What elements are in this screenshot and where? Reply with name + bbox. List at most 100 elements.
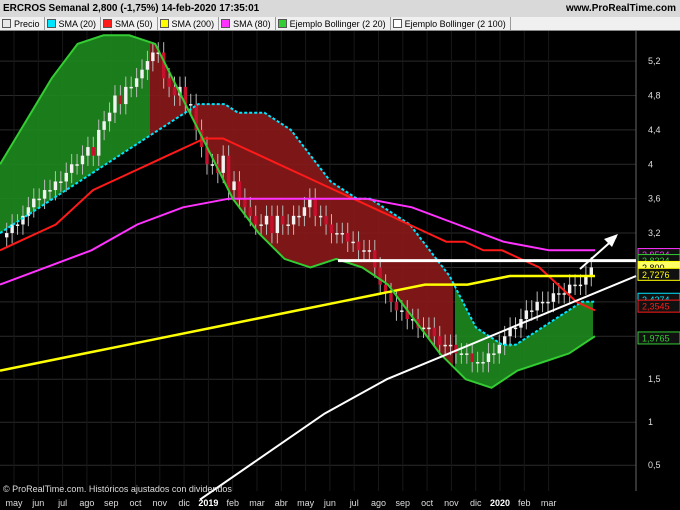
candle-body[interactable] [172,86,177,96]
candle-body[interactable] [37,198,41,201]
candle-body[interactable] [492,353,496,355]
candle-body[interactable] [275,215,280,234]
candle-body[interactable] [389,293,393,302]
candle-body[interactable] [210,164,215,166]
candle-body[interactable] [373,250,377,268]
candle-body[interactable] [291,215,296,225]
candle-body[interactable] [340,233,345,235]
site-link[interactable]: www.ProRealTime.com [566,3,676,14]
legend-item[interactable]: Ejemplo Bollinger (2 100) [391,17,511,30]
candle-body[interactable] [189,104,193,106]
candle-body[interactable] [551,293,556,302]
candle-body[interactable] [167,78,171,87]
candle-body[interactable] [302,207,307,216]
candle-body[interactable] [113,95,117,113]
candle-body[interactable] [308,198,312,208]
candle-body[interactable] [513,327,518,330]
candle-body[interactable] [48,190,52,192]
candle-body[interactable] [502,336,507,345]
candle-body[interactable] [475,362,480,364]
candle-body[interactable] [102,121,106,130]
candle-body[interactable] [346,233,350,242]
candle-body[interactable] [438,336,442,345]
candle-body[interactable] [75,164,79,166]
candle-body[interactable] [145,61,150,70]
candle-body[interactable] [573,284,577,287]
candle-body[interactable] [578,284,583,287]
candle-body[interactable] [313,198,317,216]
candle-body[interactable] [248,207,252,216]
legend-item[interactable]: SMA (50) [101,17,158,30]
candle-body[interactable] [124,86,128,105]
legend-item[interactable]: SMA (200) [158,17,220,30]
candle-body[interactable] [356,241,361,251]
candle-body[interactable] [567,284,572,294]
candle-body[interactable] [237,181,242,199]
candle-body[interactable] [318,215,323,218]
legend-label: SMA (200) [171,18,215,29]
candle-body[interactable] [481,362,485,364]
candle-body[interactable] [118,95,123,105]
candle-body[interactable] [140,69,144,79]
candle-body[interactable] [329,224,334,234]
candle-body[interactable] [53,181,58,191]
candle-body[interactable] [107,112,112,122]
candle-body[interactable] [15,224,20,226]
legend-item[interactable]: SMA (20) [45,17,102,30]
candle-body[interactable] [91,147,96,156]
candle-body[interactable] [86,147,90,156]
candle-body[interactable] [470,353,474,363]
candle-body[interactable] [324,215,328,225]
candle-body[interactable] [562,293,566,295]
candle-body[interactable] [32,198,36,208]
candle-body[interactable] [226,155,231,191]
candle-body[interactable] [97,129,101,156]
candle-body[interactable] [243,198,247,208]
candle-body[interactable] [535,301,539,311]
candle-body[interactable] [64,172,68,182]
candle-body[interactable] [259,224,263,226]
candle-body[interactable] [232,181,236,191]
candle-body[interactable] [497,344,501,354]
candle-body[interactable] [129,86,133,89]
candle-body[interactable] [297,215,301,218]
candle-body[interactable] [5,233,9,238]
candle-body[interactable] [286,224,290,226]
legend-item[interactable]: Ejemplo Bollinger (2 20) [276,17,391,30]
candle-body[interactable] [400,310,404,312]
candle-body[interactable] [443,344,447,347]
candle-body[interactable] [459,353,464,355]
candle-body[interactable] [80,155,85,165]
candle-body[interactable] [540,301,545,304]
candle-body[interactable] [448,344,453,347]
candle-body[interactable] [10,224,14,234]
price-chart[interactable]: 0,511,522,42,83,23,644,44,85,2mayjunjula… [0,31,680,510]
candle-body[interactable] [584,276,588,285]
candle-body[interactable] [427,327,431,330]
candle-body[interactable] [264,215,269,225]
candle-body[interactable] [59,181,63,183]
candle-body[interactable] [351,241,355,244]
candle-body[interactable] [486,353,491,363]
candle-body[interactable] [151,52,155,62]
candle-body[interactable] [270,215,274,234]
candle-body[interactable] [557,293,561,295]
candle-body[interactable] [253,215,258,225]
candle-body[interactable] [221,155,225,173]
candle-body[interactable] [362,250,366,252]
legend-item[interactable]: SMA (80) [219,17,276,30]
candle-body[interactable] [69,164,74,173]
candle-body[interactable] [281,215,285,225]
candle-body[interactable] [367,250,372,252]
candle-body[interactable] [134,78,139,87]
candle-body[interactable] [530,310,534,312]
candle-body[interactable] [42,190,47,199]
candle-body[interactable] [335,233,339,235]
candle-body[interactable] [378,267,382,285]
candle-body[interactable] [432,327,437,337]
legend-item[interactable]: Precio [0,17,45,30]
candle-body[interactable] [524,310,529,320]
candle-body[interactable] [465,353,469,355]
candle-body[interactable] [394,301,399,311]
candle-body[interactable] [546,301,550,304]
